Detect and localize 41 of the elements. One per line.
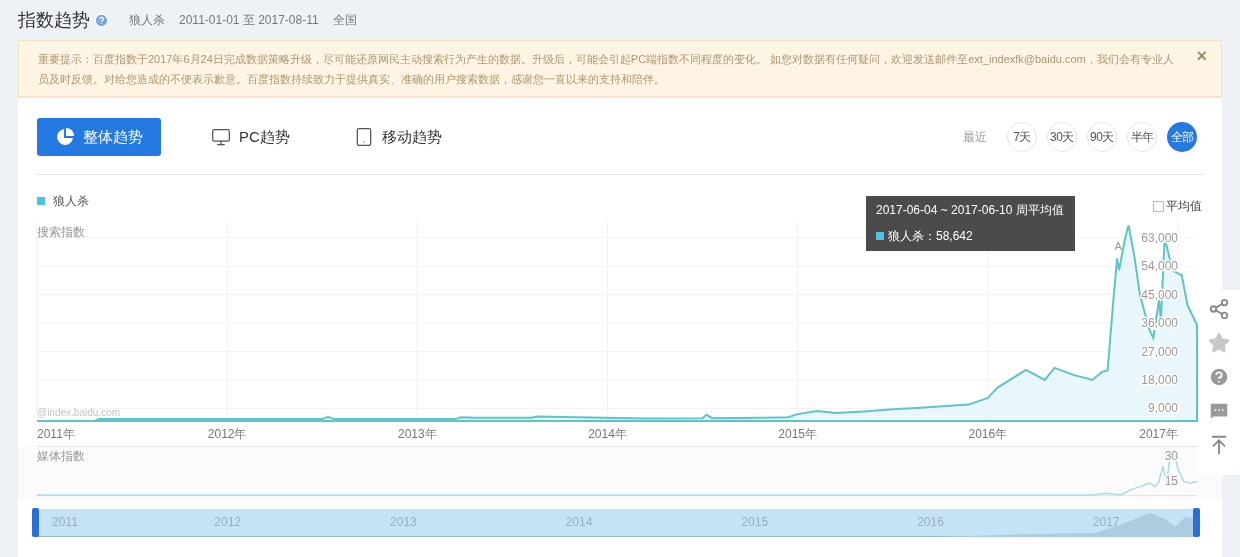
tooltip-value: 狼人杀：58,642 bbox=[888, 229, 973, 243]
keyword-label: 狼人杀 bbox=[129, 12, 165, 29]
legend-label: 狼人杀 bbox=[53, 193, 89, 210]
help-icon[interactable] bbox=[1208, 366, 1230, 388]
axis-label: 15 bbox=[1164, 474, 1178, 489]
share-icon[interactable] bbox=[1208, 298, 1230, 320]
average-checkbox[interactable] bbox=[1153, 200, 1164, 212]
chart-tab[interactable]: 整体趋势 bbox=[37, 118, 161, 156]
tooltip-title: 2017-06-04 ~ 2017-06-10 周平均值 bbox=[876, 202, 1065, 218]
period-option[interactable]: 全部 bbox=[1167, 122, 1197, 152]
help-icon[interactable] bbox=[94, 12, 109, 28]
axis-label: 2011年 bbox=[37, 427, 75, 441]
axis-title: 搜索指数 bbox=[37, 225, 85, 239]
period-label: 最近 bbox=[963, 129, 987, 146]
star-icon[interactable] bbox=[1208, 332, 1230, 354]
annotation-label: A bbox=[1114, 240, 1122, 253]
page-title: 指数趋势 bbox=[18, 8, 90, 32]
axis-label: 2014年 bbox=[588, 427, 627, 441]
axis-title: 媒体指数 bbox=[37, 449, 85, 463]
axis-label: 2017年 bbox=[1139, 427, 1178, 441]
monitor-icon bbox=[211, 127, 231, 147]
chart-tab[interactable]: 移动趋势 bbox=[349, 118, 446, 156]
axis-label: 2013年 bbox=[398, 427, 437, 441]
date-range-label: 2011-01-01 至 2017-08-11 bbox=[179, 12, 319, 29]
range-handle[interactable] bbox=[32, 508, 39, 537]
range-handle[interactable] bbox=[1193, 508, 1200, 537]
comment-icon[interactable] bbox=[1208, 400, 1230, 422]
axis-label: 2016年 bbox=[968, 427, 1008, 441]
axis-label: 63,000 bbox=[1141, 230, 1178, 245]
chart-tab[interactable]: PC趋势 bbox=[207, 118, 294, 156]
average-label: 平均值 bbox=[1166, 198, 1202, 215]
pie-chart-icon bbox=[55, 127, 75, 147]
notice-text: 重要提示：百度指数于2017年6月24日完成数据策略升级，尽可能还原网民主动搜索行为产生的数据。升级后，可能会引起PC端指数不同程度的变化。 如您对数据有任何疑问，欢迎发送邮件至ext_indexfk@baidu.com，我们会有专业人员及时反馈。对给您造成的不便表示歉意。百度指数持续致力于提供真实、准确的用户搜索数据，感谢您一直以来的支持和陪伴。 bbox=[38, 52, 1175, 87]
tooltip-swatch bbox=[876, 232, 884, 240]
axis-label: 2015年 bbox=[778, 427, 817, 441]
axis-label: 27,000 bbox=[1141, 344, 1178, 359]
axis-label: 9,000 bbox=[1147, 401, 1178, 416]
credit-label: @index.baidu.com bbox=[37, 407, 120, 418]
axis-label: 2012年 bbox=[207, 427, 247, 441]
region-label: 全国 bbox=[332, 12, 357, 29]
axis-label: 18,000 bbox=[1141, 372, 1178, 387]
